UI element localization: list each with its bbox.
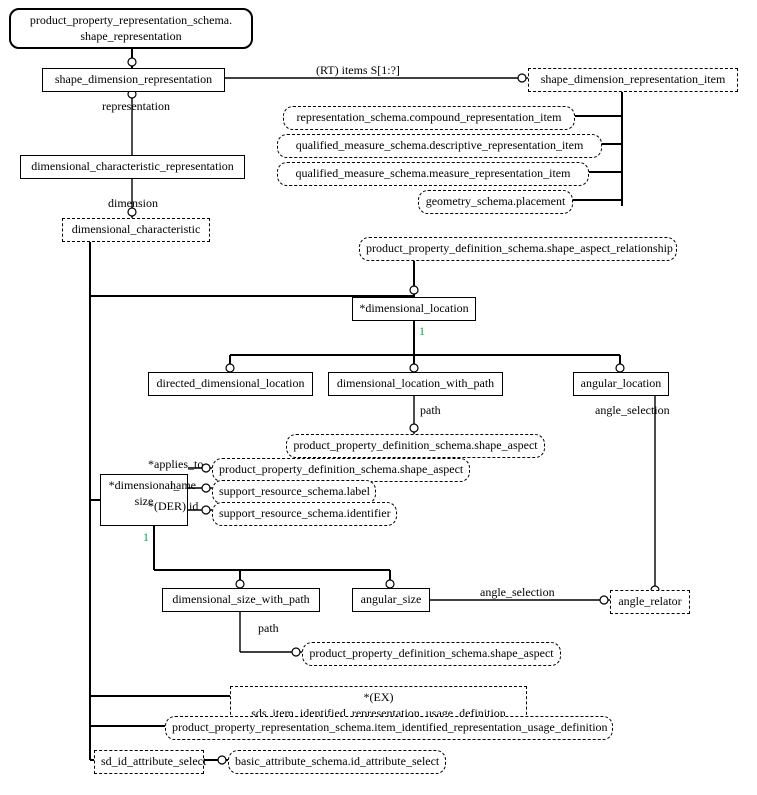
entity-product-property-representation-schema-shape-representation: product_property_representation_schema.s… <box>9 8 253 49</box>
entity-product-property-representation-schema-item-identified-representation-usage-definition: product_property_representation_schema.i… <box>165 716 613 740</box>
entity-geometry-schema-placement: geometry_schema.placement <box>418 190 573 214</box>
label-name: name <box>170 478 196 493</box>
label-rt-items: (RT) items S[1:?] <box>316 63 400 78</box>
label-path-b: path <box>258 621 279 636</box>
entity-dimensional-characteristic-representation: dimensional_characteristic_representatio… <box>20 155 245 179</box>
entity-basic-attribute-schema-id-attribute-select: basic_attribute_schema.id_attribute_sele… <box>228 750 446 774</box>
label-angle-selection-b: angle_selection <box>480 585 555 600</box>
label-angle-selection-a: angle_selection <box>595 403 670 418</box>
label-applies-to: *applies_to <box>148 457 203 472</box>
entity-dimensional-location-with-path: dimensional_location_with_path <box>328 372 503 396</box>
entity-dimensional-location: *dimensional_location <box>352 297 476 321</box>
entity-angular-location: angular_location <box>573 372 669 396</box>
entity-shape-aspect-c: product_property_definition_schema.shape… <box>302 642 561 666</box>
entity-representation-schema-compound-representation-item: representation_schema.compound_represent… <box>283 106 575 130</box>
entity-directed-dimensional-location: directed_dimensional_location <box>148 372 313 396</box>
label-cardinality-one-a: 1 <box>419 324 425 339</box>
entity-shape-dimension-representation: shape_dimension_representation <box>42 68 225 92</box>
label-representation: representation <box>102 99 170 114</box>
entity-qualified-measure-schema-descriptive-representation-item: qualified_measure_schema.descriptive_rep… <box>277 134 602 158</box>
label-dimension: dimension <box>108 196 158 211</box>
entity-product-property-definition-schema-shape-aspect-relationship: product_property_definition_schema.shape… <box>359 237 677 261</box>
entity-dimensional-size-with-path: dimensional_size_with_path <box>162 588 320 612</box>
label-cardinality-one-b: 1 <box>143 530 149 545</box>
label-der-id: *(DER) id <box>148 499 198 514</box>
entity-shape-aspect-b: product_property_definition_schema.shape… <box>212 458 470 482</box>
entity-sd-id-attribute-select: sd_id_attribute_select <box>94 750 204 774</box>
entity-support-resource-schema-identifier: support_resource_schema.identifier <box>212 502 397 526</box>
entity-shape-aspect-a: product_property_definition_schema.shape… <box>286 434 545 458</box>
entity-angular-size: angular_size <box>352 588 430 612</box>
entity-dimensional-characteristic: dimensional_characteristic <box>62 218 210 242</box>
entity-qualified-measure-schema-measure-representation-item: qualified_measure_schema.measure_represe… <box>277 162 589 186</box>
label-path-a: path <box>420 403 441 418</box>
entity-shape-dimension-representation-item: shape_dimension_representation_item <box>528 68 738 92</box>
entity-angle-relator: angle_relator <box>610 590 690 614</box>
entity-support-resource-schema-label: support_resource_schema.label <box>212 480 376 504</box>
